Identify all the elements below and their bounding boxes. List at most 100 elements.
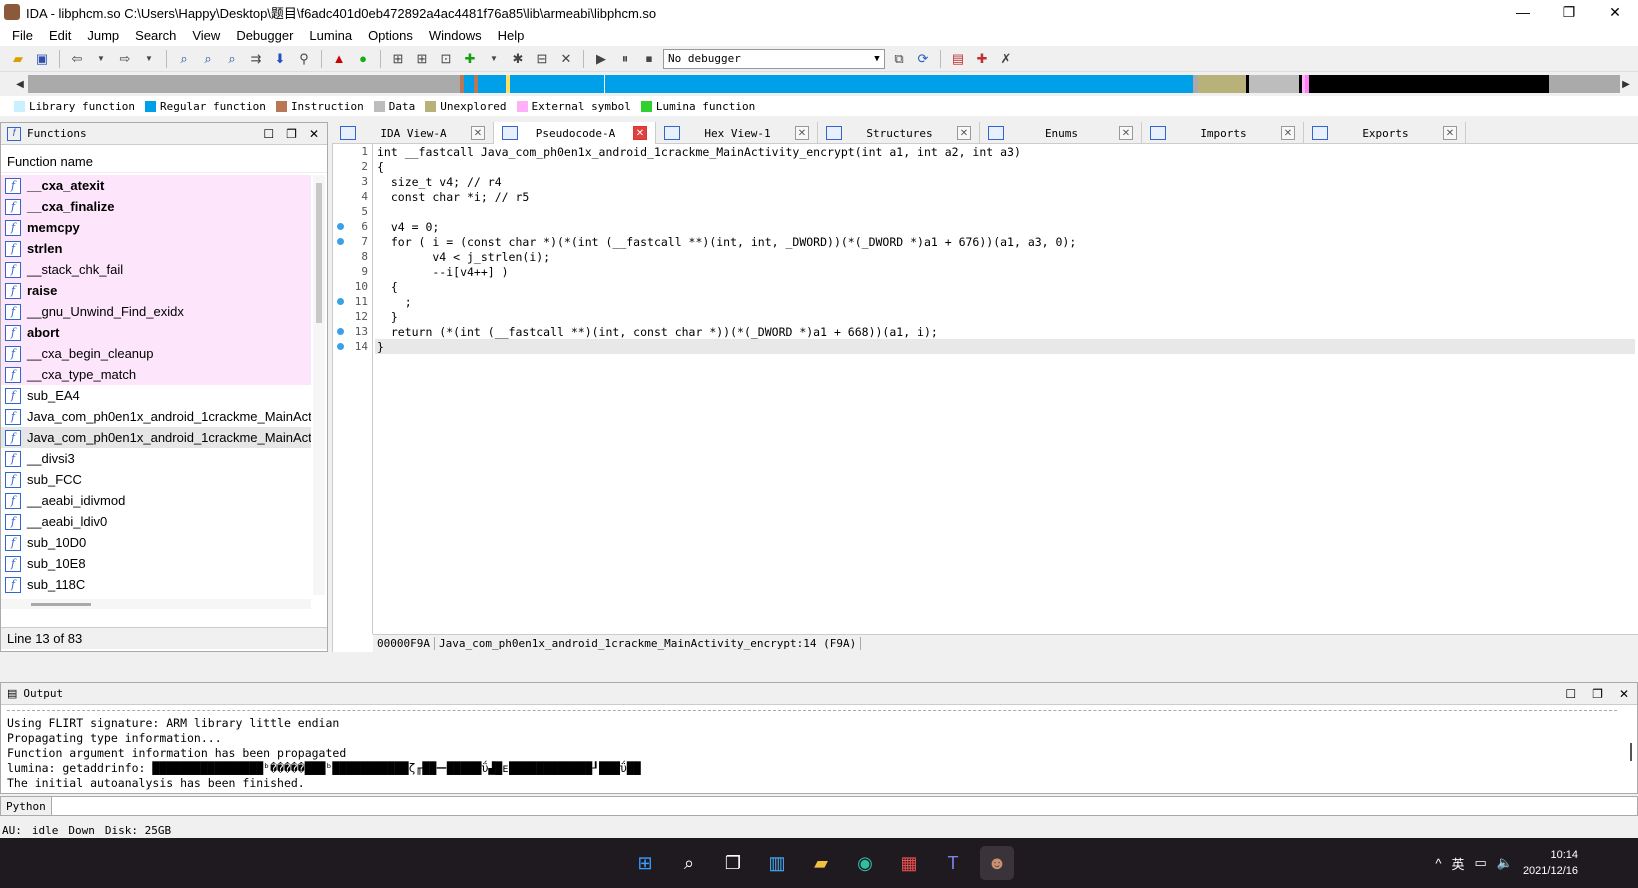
function-list-item[interactable]: f sub_EA4 [1,385,311,406]
menu-edit[interactable]: Edit [41,28,79,43]
function-list-item[interactable]: f Java_com_ph0en1x_android_1crackme_MainA… [1,406,311,427]
function-list-item[interactable]: f __gnu_Unwind_Find_exidx [1,301,311,322]
function-list-item[interactable]: f sub_FCC [1,469,311,490]
nav-bar[interactable] [28,75,1620,93]
pseudocode-view[interactable]: 1 2 3 4 5 6 7 8 9 10 11 12 13 14 int __fastcall Java_… [332,144,1638,652]
tab-pseudocode-a[interactable]: Pseudocode-A ✕ [494,122,656,144]
function-list-scrollbar[interactable] [313,175,325,595]
tab-close-icon[interactable]: ✕ [1281,126,1295,140]
panel-float-icon[interactable]: ❐ [286,127,297,141]
maximize-button[interactable]: ❐ [1546,0,1592,24]
forward-icon[interactable]: ⇨ [115,49,135,69]
nav-right-icon[interactable]: ▶ [1620,74,1632,94]
teams-icon[interactable]: T [936,846,970,880]
function-list-item[interactable]: f __cxa_type_match [1,364,311,385]
start-icon[interactable]: ⊞ [628,846,662,880]
function-list-item[interactable]: f strlen [1,238,311,259]
struct-icon[interactable]: ⊟ [532,49,552,69]
code-line[interactable]: } [375,309,1635,324]
code-line[interactable]: v4 < j_strlen(i); [375,249,1635,264]
function-name-column-header[interactable]: Function name [1,151,327,173]
function-list-item[interactable]: f __divsi3 [1,448,311,469]
run-script-icon[interactable]: ● [353,49,373,69]
text-search-icon[interactable]: ⌕ [198,49,218,69]
function-list-item[interactable]: f raise [1,280,311,301]
menu-help[interactable]: Help [490,28,533,43]
input-language[interactable]: 英 [1451,854,1464,873]
panel-close-icon[interactable]: ✕ [1619,687,1629,701]
code-line[interactable]: return (*(int (__fastcall **)(int, const… [375,324,1635,339]
panel-float-icon[interactable]: ❐ [1592,687,1603,701]
breakpoint-dot-icon[interactable] [337,238,344,245]
breakpoint-dot-icon[interactable] [337,298,344,305]
store-icon[interactable]: ▦ [892,846,926,880]
tab-exports[interactable]: Exports ✕ [1304,122,1466,144]
network-icon[interactable]: ▭ [1474,855,1486,871]
binary-search-icon[interactable]: ⌕ [174,49,194,69]
patch-icon[interactable]: ✱ [508,49,528,69]
volume-icon[interactable]: 🔈 [1497,855,1513,871]
function-list-item[interactable]: f Java_com_ph0en1x_android_1crackme_MainA… [1,427,311,448]
tray-chevron-icon[interactable]: ^ [1435,856,1441,871]
back-icon[interactable]: ⇦ [67,49,87,69]
output-scrollbar[interactable] [1627,713,1635,773]
breakpoint-list-icon[interactable]: ▤ [948,49,968,69]
task-view-icon[interactable]: ❐ [716,846,750,880]
edit-segment-icon[interactable]: ⊡ [436,49,456,69]
delete-breakpoint-icon[interactable]: ✗ [996,49,1016,69]
attach-icon[interactable]: ⧉ [889,49,909,69]
breakpoint-dot-icon[interactable] [337,343,344,350]
menu-windows[interactable]: Windows [421,28,490,43]
tab-close-icon[interactable]: ✕ [1443,126,1457,140]
tab-close-icon[interactable]: ✕ [633,126,647,140]
add-segment-icon[interactable]: ⊞ [412,49,432,69]
edge-icon[interactable]: ◉ [848,846,882,880]
function-list-item[interactable]: f __aeabi_idivmod [1,490,311,511]
menu-view[interactable]: View [184,28,228,43]
menu-file[interactable]: File [4,28,41,43]
panel-close-icon[interactable]: ✕ [309,127,319,141]
tab-imports[interactable]: Imports ✕ [1142,122,1304,144]
minimize-button[interactable]: — [1500,0,1546,24]
graph-icon[interactable]: ▲ [329,49,349,69]
code-line[interactable]: const char *i; // r5 [375,189,1635,204]
tab-structures[interactable]: Structures ✕ [818,122,980,144]
pseudocode-text[interactable]: int __fastcall Java_com_ph0en1x_android_… [375,144,1635,354]
python-button[interactable]: Python [1,797,52,815]
forward-dropdown-icon[interactable]: ▼ [139,49,159,69]
add-function-icon[interactable]: ✚ [460,49,480,69]
menu-debugger[interactable]: Debugger [228,28,301,43]
tab-close-icon[interactable]: ✕ [471,126,485,140]
function-list[interactable]: f __cxa_atexit f __cxa_finalize f memcpy f strl… [1,175,311,595]
tab-close-icon[interactable]: ✕ [957,126,971,140]
panel-maximize-icon[interactable]: ☐ [1565,687,1576,701]
play-icon[interactable]: ▶ [591,49,611,69]
jump-down-icon[interactable]: ⬇ [270,49,290,69]
back-dropdown-icon[interactable]: ▼ [91,49,111,69]
output-text[interactable]: Using FLIRT signature: ARM library littl… [1,711,1637,790]
code-line[interactable] [375,204,1635,219]
menu-options[interactable]: Options [360,28,421,43]
tab-ida-view-a[interactable]: IDA View-A ✕ [332,122,494,144]
save-icon[interactable]: ▣ [32,49,52,69]
pause-icon[interactable]: ⏸ [615,49,635,69]
menu-search[interactable]: Search [127,28,184,43]
file-explorer-icon[interactable]: ▰ [804,846,838,880]
close-button[interactable]: ✕ [1592,0,1638,24]
menu-jump[interactable]: Jump [79,28,127,43]
tab-hex-view-1[interactable]: Hex View-1 ✕ [656,122,818,144]
add-breakpoint-icon[interactable]: ✚ [972,49,992,69]
menu-lumina[interactable]: Lumina [301,28,360,43]
function-list-item[interactable]: f sub_118C [1,574,311,595]
search-next-icon[interactable]: ⇉ [246,49,266,69]
tab-enums[interactable]: Enums ✕ [980,122,1142,144]
search-icon[interactable]: ⌕ [672,846,706,880]
function-list-item[interactable]: f __cxa_finalize [1,196,311,217]
function-list-item[interactable]: f sub_10E8 [1,553,311,574]
stop-icon[interactable]: ⏹ [639,49,659,69]
immediate-search-icon[interactable]: ⌕ [222,49,242,69]
add-function-dropdown-icon[interactable]: ▼ [484,49,504,69]
clock[interactable]: 10:14 2021/12/16 [1523,847,1578,879]
code-line[interactable]: ; [375,294,1635,309]
breakpoint-dot-icon[interactable] [337,328,344,335]
